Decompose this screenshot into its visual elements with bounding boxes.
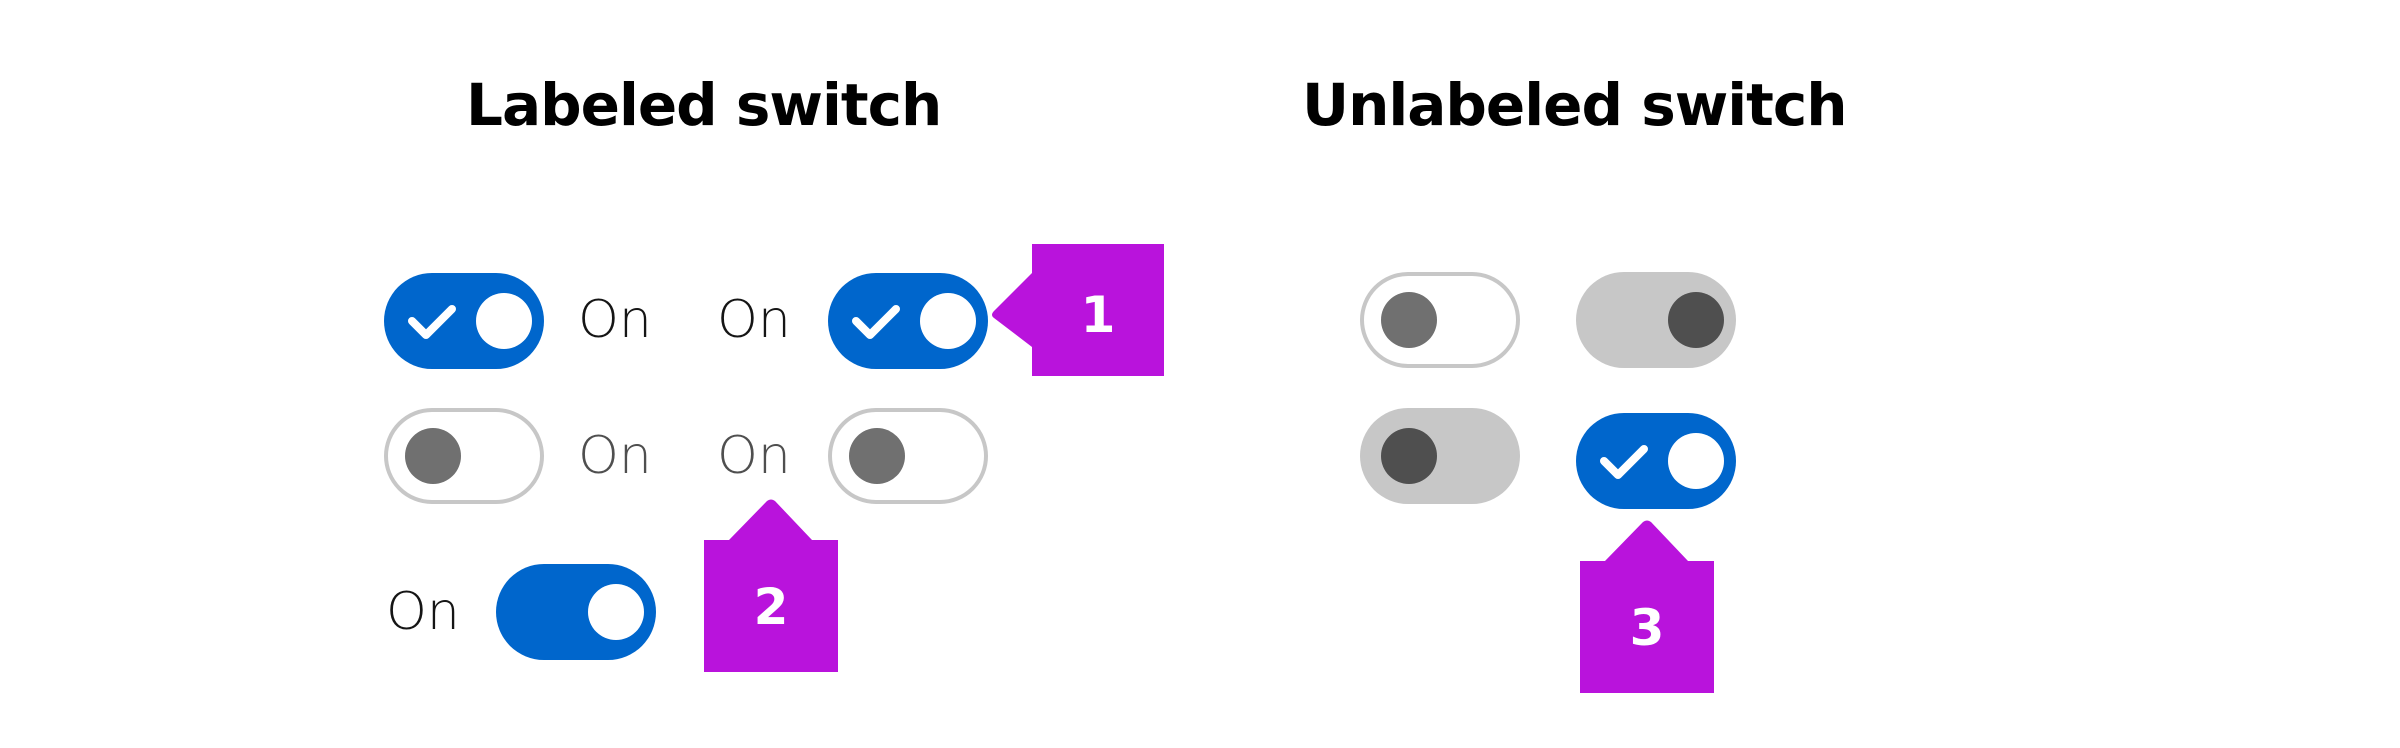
labeled-switch-off-label-after[interactable] — [384, 408, 544, 504]
switch-label: On — [717, 290, 791, 350]
callout-1: 1 — [990, 244, 1164, 376]
switch-knob — [476, 293, 532, 349]
labeled-switch-on-no-icon[interactable] — [496, 564, 656, 660]
labeled-switch-on-label-before[interactable] — [828, 273, 988, 369]
unlabeled-switch-off[interactable] — [1360, 272, 1520, 368]
callout-2: 2 — [704, 498, 838, 672]
switch-knob — [1668, 433, 1724, 489]
callout-number: 2 — [753, 578, 789, 636]
callout-3: 3 — [1580, 519, 1714, 693]
labeled-switch-off-label-before[interactable] — [828, 408, 988, 504]
check-icon — [1600, 445, 1648, 479]
unlabeled-switch-on-with-icon[interactable] — [1576, 413, 1736, 509]
switch-knob — [849, 428, 905, 484]
switch-label: On — [717, 426, 791, 486]
switch-knob — [920, 293, 976, 349]
unlabeled-switch-heading: Unlabeled switch — [1302, 71, 1848, 139]
labeled-switch-heading: Labeled switch — [466, 71, 942, 139]
unlabeled-switch-disabled-off — [1360, 408, 1520, 504]
switch-knob — [1381, 292, 1437, 348]
check-icon — [852, 305, 900, 339]
switch-knob — [588, 584, 644, 640]
callout-number: 3 — [1629, 599, 1665, 657]
switch-label: On — [386, 582, 460, 642]
unlabeled-switch-disabled-on — [1576, 272, 1736, 368]
switch-knob — [1381, 428, 1437, 484]
switch-label: On — [578, 426, 652, 486]
switch-knob — [405, 428, 461, 484]
switch-knob — [1668, 292, 1724, 348]
callout-shape — [992, 244, 1164, 376]
labeled-switch-on-label-after[interactable] — [384, 273, 544, 369]
check-icon — [408, 305, 456, 339]
switch-label: On — [578, 290, 652, 350]
callout-number: 1 — [1080, 286, 1116, 344]
